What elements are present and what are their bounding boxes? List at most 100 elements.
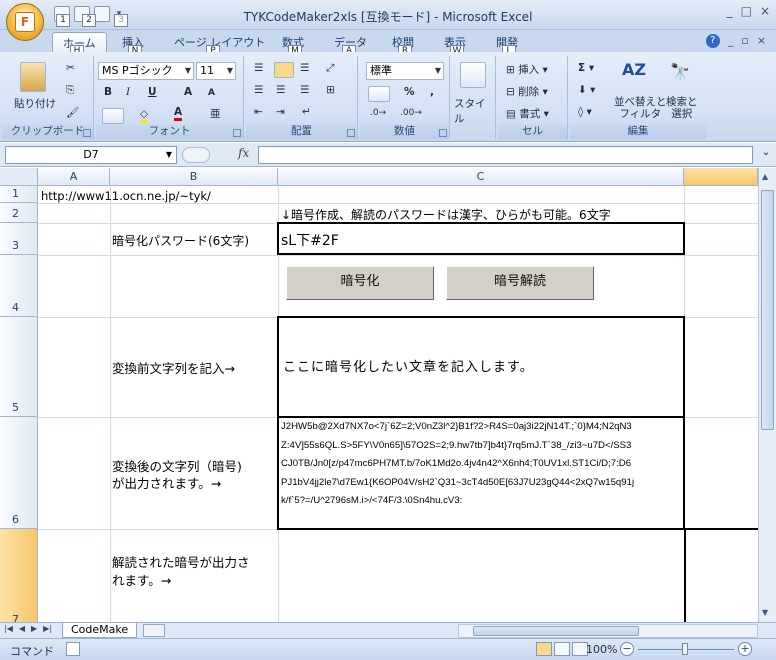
borders-icon[interactable]: [102, 108, 124, 124]
sort-filter-icon[interactable]: AZ: [622, 60, 646, 79]
cell-b6-label-line2[interactable]: が出力されます。→: [112, 473, 221, 492]
input-text-area[interactable]: ここに暗号化したい文章を記入します。: [277, 316, 685, 418]
select-all-corner[interactable]: [0, 168, 38, 186]
sheet-tab-codemake[interactable]: CodeMake: [62, 623, 138, 638]
shrink-font-button[interactable]: A: [208, 88, 215, 98]
formula-input[interactable]: [258, 146, 753, 164]
orientation-icon[interactable]: ⤢: [326, 62, 334, 75]
cell-b5-label[interactable]: 変換前文字列を記入→: [112, 358, 235, 377]
vertical-scrollbar[interactable]: ▲ ▼: [758, 168, 776, 622]
decrease-indent-icon[interactable]: ⇤: [254, 106, 263, 118]
decrease-decimal-icon[interactable]: .00→: [400, 108, 422, 118]
sort-filter-button[interactable]: 並べ替えと フィルタ: [614, 96, 667, 120]
clear-icon[interactable]: ◊ ▾: [578, 106, 592, 118]
row-header-7[interactable]: 7: [0, 529, 38, 622]
cell-a1-url[interactable]: http://www11.ocn.ne.jp/~tyk/: [41, 189, 211, 203]
fill-color-icon[interactable]: ◇: [140, 108, 149, 123]
cell-c2-note[interactable]: ↓暗号作成、解読のパスワードは漢字、ひらがも可能。6文字: [281, 206, 611, 223]
align-bottom-icon[interactable]: ☰: [300, 62, 309, 74]
align-middle-icon[interactable]: [274, 62, 294, 78]
row-header-2[interactable]: 2: [0, 203, 38, 223]
first-sheet-icon[interactable]: |◀: [4, 624, 13, 633]
copy-icon[interactable]: ⎘: [66, 84, 74, 97]
number-format-select[interactable]: 標準 ▼: [366, 62, 444, 80]
find-select-button[interactable]: 検索と 選択: [666, 96, 698, 120]
page-layout-view-icon[interactable]: [554, 642, 570, 656]
phonetic-icon[interactable]: 亜: [210, 106, 221, 121]
row-header-6[interactable]: 6: [0, 417, 38, 529]
horizontal-scroll-thumb[interactable]: [473, 626, 639, 636]
macro-record-icon[interactable]: [66, 642, 80, 656]
name-box[interactable]: D7 ▼: [5, 146, 177, 164]
vertical-scroll-thumb[interactable]: [761, 190, 774, 430]
autosum-button[interactable]: Σ ▾: [578, 62, 594, 74]
prev-sheet-icon[interactable]: ◀: [19, 624, 25, 633]
cut-icon[interactable]: ✂: [66, 62, 75, 74]
expand-formula-bar-icon[interactable]: ⌄: [759, 147, 773, 163]
row-header-4[interactable]: 4: [0, 255, 38, 317]
column-header-b[interactable]: B: [110, 168, 278, 186]
close-button[interactable]: ×: [760, 4, 770, 18]
currency-icon[interactable]: [368, 86, 390, 102]
cell-b7-label-line1[interactable]: 解読された暗号が出力さ: [112, 552, 250, 571]
format-painter-icon[interactable]: 🖌: [66, 106, 79, 119]
fill-icon[interactable]: ⬇ ▾: [578, 84, 595, 96]
font-color-icon[interactable]: A: [174, 106, 183, 121]
delete-cells-button[interactable]: ⊟ 削除 ▾: [506, 84, 548, 99]
increase-decimal-icon[interactable]: .0→: [370, 108, 386, 118]
zoom-out-icon[interactable]: −: [620, 642, 634, 656]
comma-button[interactable]: ,: [430, 86, 434, 98]
zoom-slider-thumb[interactable]: [682, 643, 688, 655]
find-select-icon[interactable]: 🔭: [670, 62, 690, 81]
number-launcher-icon[interactable]: [439, 129, 447, 137]
horizontal-scrollbar[interactable]: [458, 624, 758, 638]
styles-button[interactable]: スタイル: [454, 96, 495, 126]
row-header-5[interactable]: 5: [0, 317, 38, 417]
decrypt-button[interactable]: 暗号解読: [446, 266, 594, 300]
ribbon-minimize-button[interactable]: _: [728, 34, 734, 48]
column-header-a[interactable]: A: [38, 168, 110, 186]
minimize-button[interactable]: _: [727, 4, 733, 18]
underline-button[interactable]: U: [148, 86, 157, 98]
insert-sheet-icon[interactable]: [143, 624, 165, 637]
last-sheet-icon[interactable]: ▶|: [43, 624, 52, 633]
normal-view-icon[interactable]: [536, 642, 552, 656]
align-left-icon[interactable]: ☰: [254, 84, 263, 96]
cell-b3-label[interactable]: 暗号化パスワード(6文字): [112, 232, 249, 249]
align-right-icon[interactable]: ☰: [300, 84, 309, 96]
align-center-icon[interactable]: ☰: [276, 84, 285, 96]
zoom-in-icon[interactable]: +: [738, 642, 752, 656]
office-button[interactable]: F: [6, 3, 44, 41]
formula-zoom-icon[interactable]: [182, 147, 210, 163]
password-field[interactable]: sL下#2F: [277, 222, 685, 255]
font-name-select[interactable]: MS Pゴシック ▼: [98, 62, 194, 80]
font-size-select[interactable]: 11 ▼: [196, 62, 236, 80]
alignment-launcher-icon[interactable]: [347, 129, 355, 137]
merge-center-icon[interactable]: ⊞: [326, 84, 335, 96]
font-launcher-icon[interactable]: [233, 129, 241, 137]
styles-icon[interactable]: [460, 62, 486, 88]
encrypted-output-area[interactable]: J2HW5b@2Xd7NX7o<7j`6Z=2;V0nZ3l^2}B1f?2>R…: [277, 416, 685, 530]
paste-icon[interactable]: [20, 62, 46, 92]
percent-button[interactable]: %: [404, 86, 415, 98]
wrap-text-icon[interactable]: ↵: [302, 106, 311, 118]
spreadsheet-grid[interactable]: A B C 1 2 3 4 5 6 7 http://www11.ocn.ne.…: [0, 168, 776, 622]
selected-cell-d7[interactable]: [684, 528, 764, 622]
clipboard-launcher-icon[interactable]: [83, 129, 91, 137]
help-icon[interactable]: ?: [705, 34, 720, 48]
next-sheet-icon[interactable]: ▶: [31, 624, 37, 633]
grow-font-button[interactable]: A: [184, 86, 192, 98]
cell-b7-label-line2[interactable]: れます。→: [112, 570, 171, 589]
bold-button[interactable]: B: [104, 86, 112, 98]
maximize-button[interactable]: □: [741, 4, 752, 18]
column-header-d[interactable]: [684, 168, 758, 186]
align-top-icon[interactable]: ☰: [254, 62, 263, 74]
paste-button[interactable]: 貼り付け: [14, 96, 56, 111]
increase-indent-icon[interactable]: ⇥: [276, 106, 285, 118]
encrypt-button[interactable]: 暗号化: [286, 266, 434, 300]
insert-function-icon[interactable]: fx: [238, 146, 249, 160]
ribbon-restore-button[interactable]: ▫: [741, 34, 748, 48]
row-header-1[interactable]: 1: [0, 186, 38, 203]
zoom-level[interactable]: 100%: [586, 643, 617, 656]
column-header-c[interactable]: C: [278, 168, 684, 186]
